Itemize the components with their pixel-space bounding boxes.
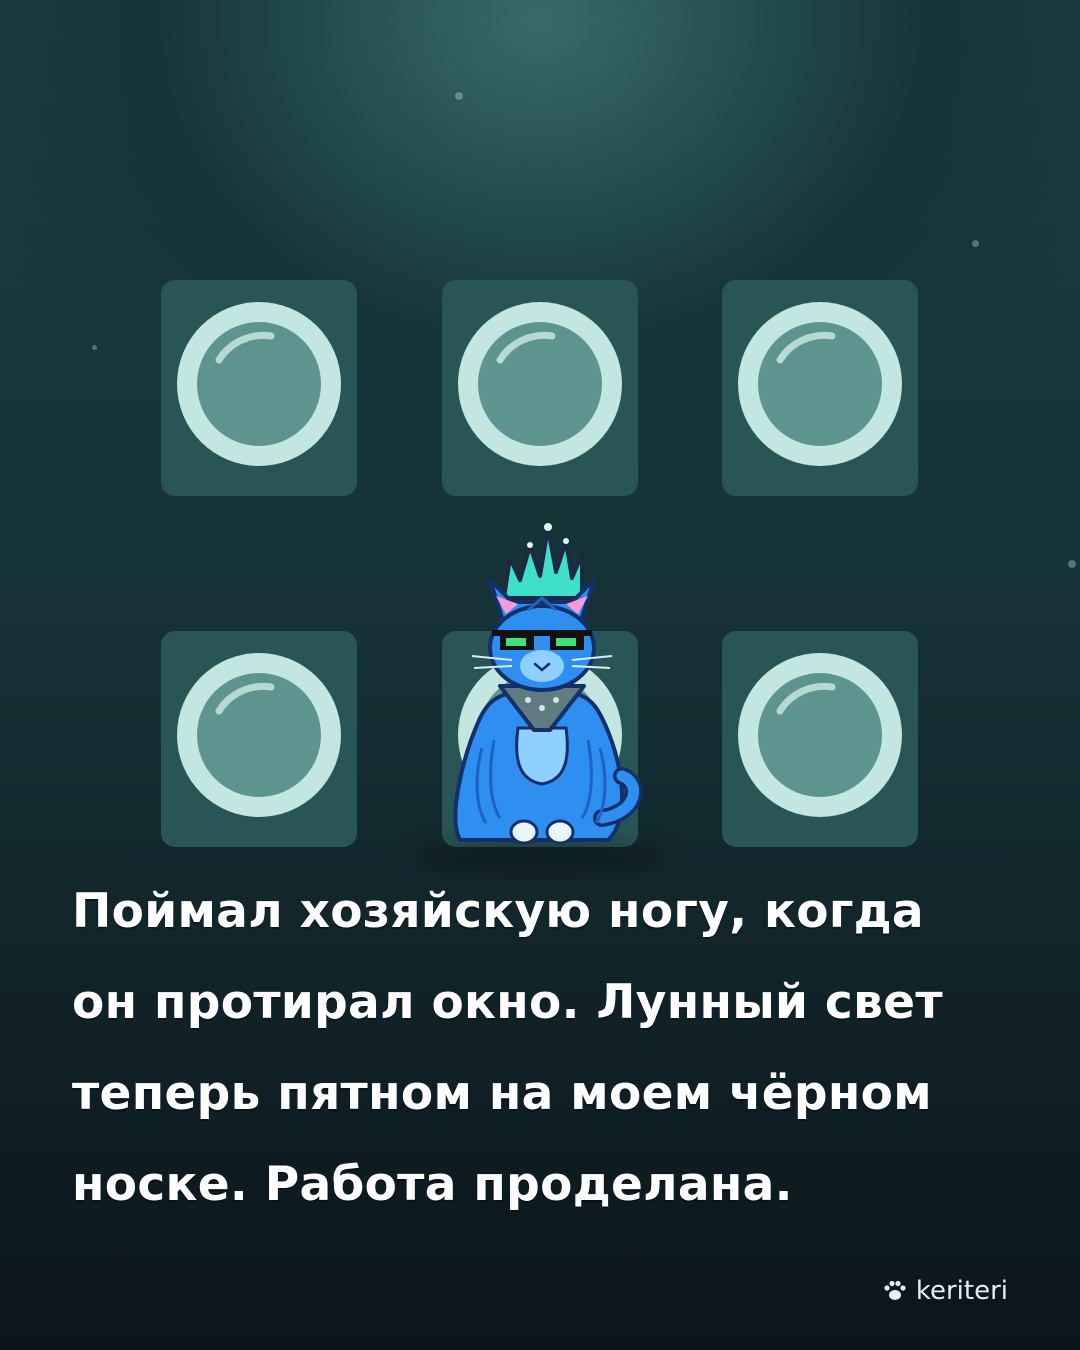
glass-reflection (215, 682, 275, 715)
brand-logo: keriteri (882, 1276, 1008, 1306)
window-tile (161, 631, 357, 847)
paw-icon (884, 1280, 906, 1300)
brand-name: keriteri (915, 1276, 1008, 1306)
background-speck (1068, 560, 1076, 568)
glass-reflection (776, 682, 836, 715)
glass-reflection (215, 331, 275, 364)
caption-line: Поймал хозяйскую ногу, когда (72, 884, 924, 939)
porthole-window (738, 653, 902, 817)
background-speck (455, 92, 463, 100)
glass-reflection (496, 331, 556, 364)
glass-reflection (776, 331, 836, 364)
porthole-window (177, 653, 341, 817)
caption-line: носке. Работа проделана. (72, 1157, 793, 1212)
window-tile (722, 280, 918, 496)
window-tile (161, 280, 357, 496)
punk-cat-illustration (453, 523, 643, 845)
window-tile (442, 280, 638, 496)
porthole-window (738, 302, 902, 466)
caption-line: он протирал окно. Лунный свет (72, 975, 943, 1030)
porthole-window (458, 302, 622, 466)
porthole-window (177, 302, 341, 466)
background-speck (92, 345, 97, 350)
caption-line: теперь пятном на моем чёрном (72, 1066, 932, 1121)
window-tile (722, 631, 918, 847)
mohawk-icon (502, 523, 584, 600)
background-speck (972, 240, 979, 247)
story-caption: Поймал хозяйскую ногу, когда он протирал… (72, 866, 1032, 1230)
